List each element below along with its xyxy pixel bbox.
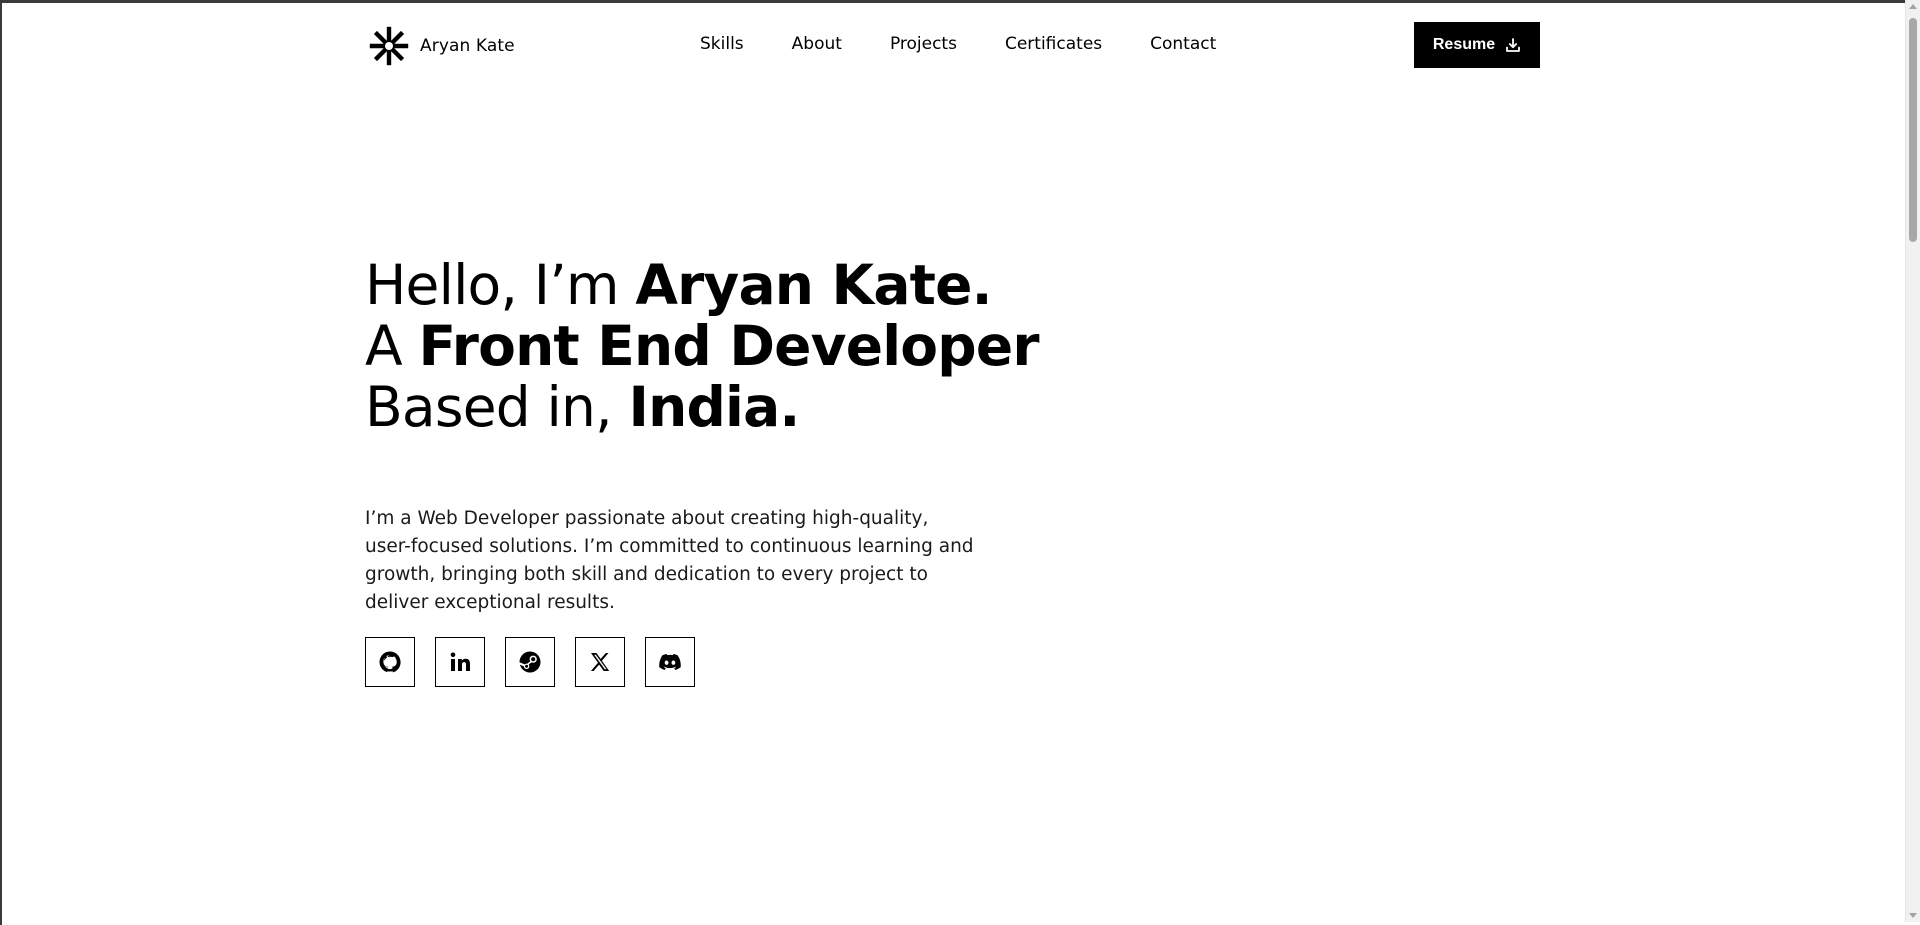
- hero-heading: Hello, I’m Aryan Kate. A Front End Devel…: [365, 255, 1125, 438]
- download-icon: [1505, 37, 1521, 53]
- hero-line-role: A Front End Developer: [365, 316, 1125, 377]
- intro-paragraph: I’m a Web Developer passionate about cre…: [365, 507, 974, 613]
- resume-label: Resume: [1432, 36, 1496, 53]
- scroll-up-arrow-icon[interactable]: [1909, 4, 1917, 9]
- page: Aryan Kate Skills About Projects Certifi…: [0, 0, 1905, 925]
- linkedin-link[interactable]: [435, 637, 485, 687]
- hero-location-prefix: Based in,: [365, 375, 629, 439]
- steam-icon: [518, 650, 542, 674]
- hero-greeting-text: Hello, I’m: [365, 253, 636, 317]
- scroll-down-arrow-icon[interactable]: [1909, 913, 1917, 918]
- x-twitter-icon: [588, 650, 612, 674]
- nav-contact[interactable]: Contact: [1150, 34, 1216, 54]
- nav-skills[interactable]: Skills: [700, 34, 744, 54]
- window-edge: [0, 3, 2, 925]
- resume-button[interactable]: Resume: [1414, 22, 1540, 68]
- hero-role: Front End Developer: [418, 314, 1040, 378]
- hero-role-prefix: A: [365, 314, 419, 378]
- vertical-scrollbar[interactable]: [1905, 0, 1920, 922]
- hero-name: Aryan Kate.: [635, 253, 992, 317]
- x-link[interactable]: [575, 637, 625, 687]
- scrollbar-thumb[interactable]: [1909, 18, 1917, 242]
- brand-name: Aryan Kate: [420, 36, 515, 56]
- site-header: Aryan Kate Skills About Projects Certifi…: [365, 3, 1540, 87]
- steam-link[interactable]: [505, 637, 555, 687]
- discord-link[interactable]: [645, 637, 695, 687]
- nav-projects[interactable]: Projects: [890, 34, 957, 54]
- github-link[interactable]: [365, 637, 415, 687]
- hero-line-location: Based in, India.: [365, 377, 1125, 438]
- main-nav: Skills About Projects Certificates Conta…: [700, 34, 1216, 54]
- nav-about[interactable]: About: [792, 34, 842, 54]
- github-icon: [378, 650, 402, 674]
- brand-link[interactable]: Aryan Kate: [368, 25, 515, 67]
- discord-icon: [658, 650, 682, 674]
- hero-location: India.: [628, 375, 800, 439]
- nav-certificates[interactable]: Certificates: [1005, 34, 1102, 54]
- social-links: [365, 637, 695, 687]
- hero-line-greeting: Hello, I’m Aryan Kate.: [365, 255, 1125, 316]
- asterisk-logo-icon: [368, 25, 410, 67]
- linkedin-icon: [448, 650, 472, 674]
